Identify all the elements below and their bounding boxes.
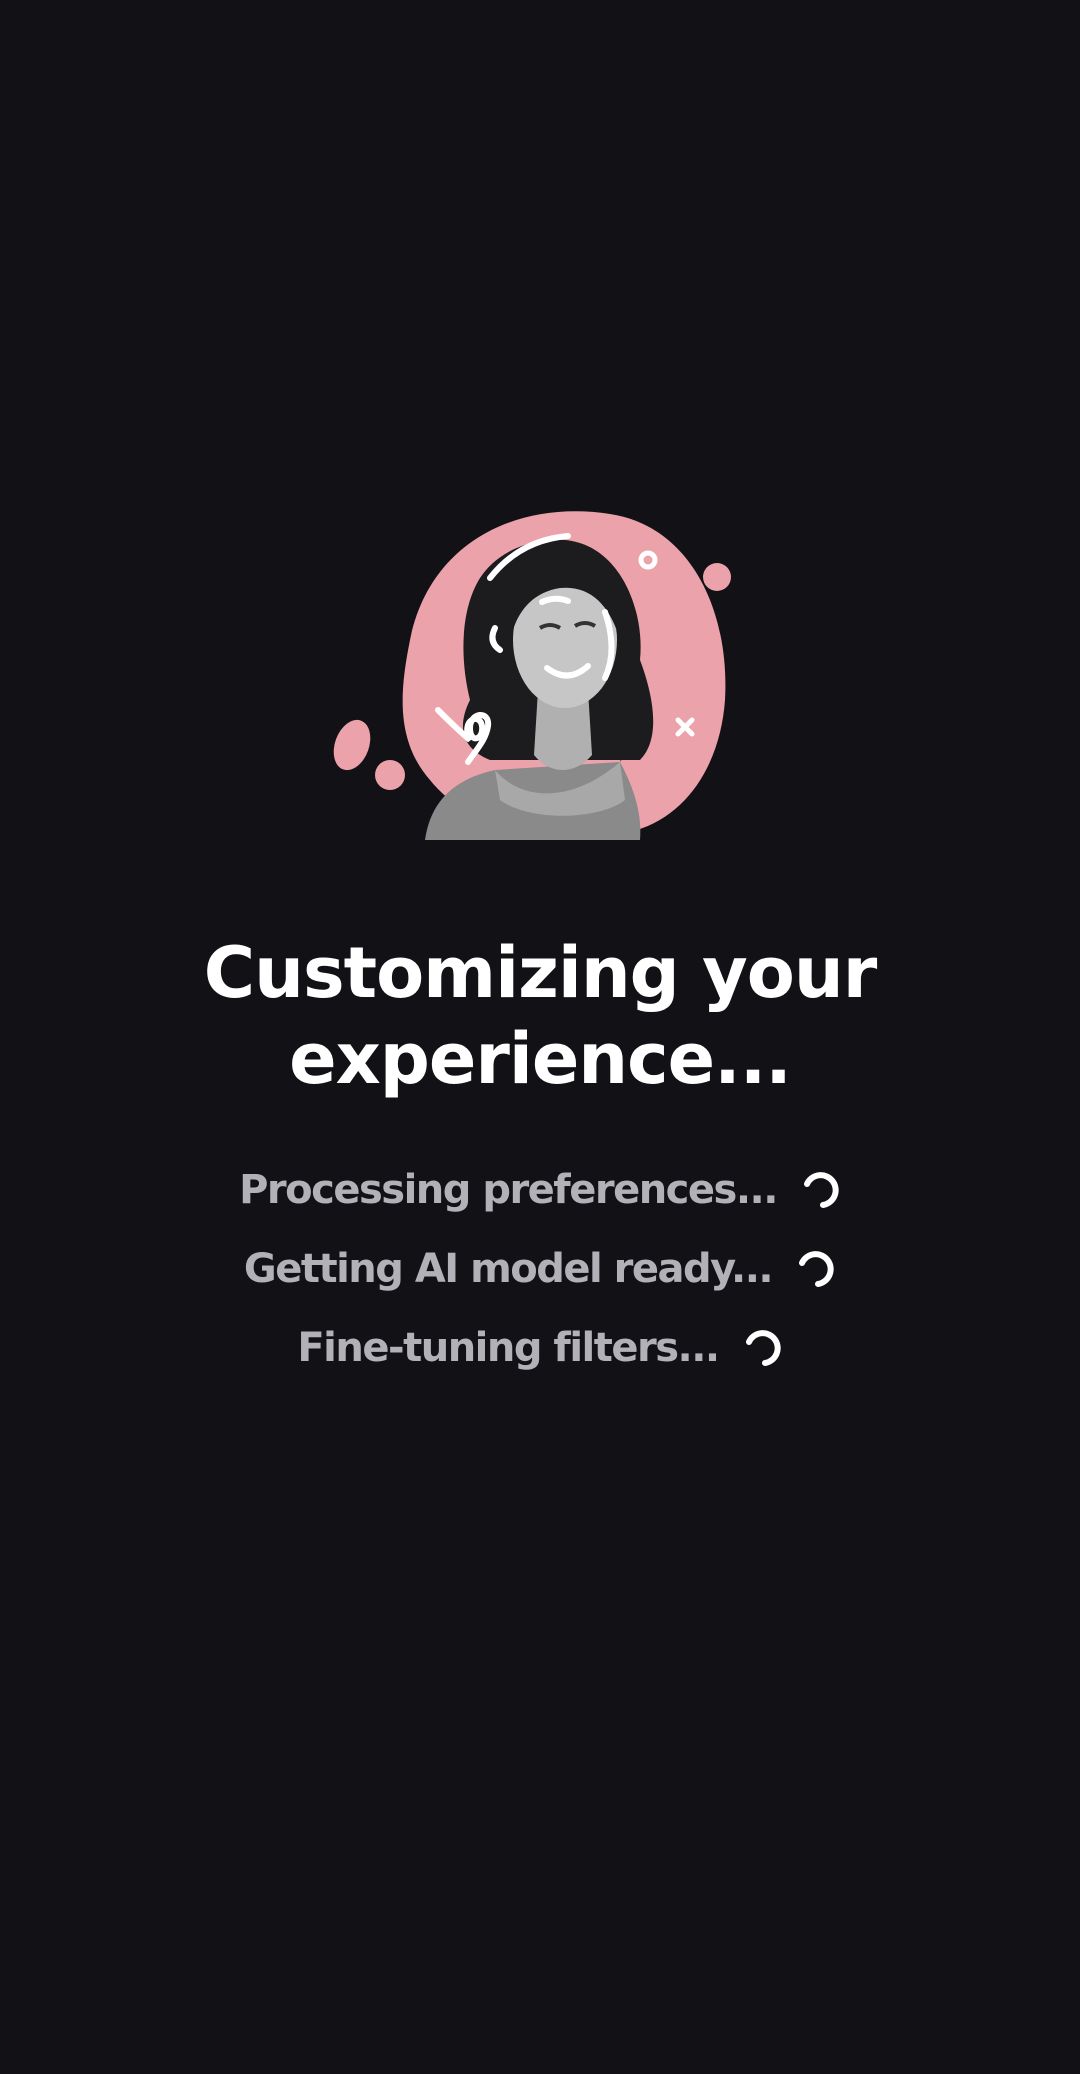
portrait-illustration bbox=[333, 511, 731, 840]
blob-dot bbox=[375, 760, 405, 790]
status-item-ai-model: Getting AI model ready... bbox=[0, 1229, 1080, 1308]
spinner-icon bbox=[796, 1249, 836, 1289]
spinner-icon bbox=[801, 1170, 841, 1210]
blob-dot bbox=[333, 719, 371, 771]
spinner-icon bbox=[743, 1328, 783, 1368]
status-label: Fine-tuning filters... bbox=[297, 1324, 720, 1371]
status-label: Processing preferences... bbox=[239, 1166, 778, 1213]
status-item-fine-tuning-filters: Fine-tuning filters... bbox=[0, 1308, 1080, 1387]
blob-dot bbox=[703, 563, 731, 591]
status-item-processing-preferences: Processing preferences... bbox=[0, 1150, 1080, 1229]
status-label: Getting AI model ready... bbox=[243, 1245, 774, 1292]
hero-illustration bbox=[320, 500, 760, 860]
page-title: Customizing your experience... bbox=[203, 932, 877, 1100]
status-list: Processing preferences... Getting AI mod… bbox=[0, 1150, 1080, 1387]
